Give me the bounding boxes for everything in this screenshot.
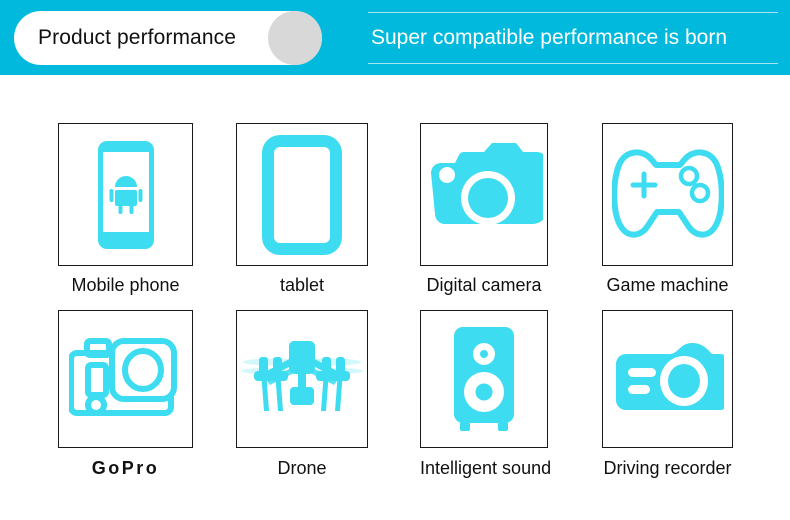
icon-box — [236, 310, 368, 448]
speaker-icon — [454, 327, 514, 431]
gamepad-icon — [611, 149, 724, 238]
quadcopter-drone-icon — [241, 341, 363, 411]
icon-box — [58, 123, 193, 266]
action-camera-icon — [68, 338, 177, 416]
product-performance-banner: Product performance Super compatible per… — [0, 0, 790, 520]
page-title: Product performance — [38, 26, 236, 49]
header-bar: Product performance Super compatible per… — [0, 0, 790, 75]
title-pill: Product performance — [14, 11, 322, 65]
smartphone-android-icon — [97, 140, 154, 249]
cell-label: Intelligent sound — [420, 458, 552, 478]
cell-label: tablet — [279, 275, 325, 295]
icon-box — [602, 310, 733, 448]
icon-box — [58, 310, 193, 448]
tablet-icon — [262, 134, 342, 255]
pill-accent-circle — [268, 11, 322, 65]
tagline-block: Super compatible performance is born — [368, 12, 778, 64]
cell-label: Drone — [277, 458, 327, 478]
cell-label: Mobile phone — [71, 275, 180, 295]
cell-label: Digital camera — [426, 275, 542, 295]
icon-box — [602, 123, 733, 266]
device-grid: Mobile phone tablet Digital camera Game … — [0, 75, 790, 520]
dashcam-icon — [615, 343, 724, 410]
dslr-camera-icon — [431, 142, 543, 225]
tagline-text: Super compatible performance is born — [371, 26, 728, 49]
icon-box — [420, 123, 548, 266]
icon-box — [420, 310, 548, 448]
tagline-rule-bottom — [368, 63, 778, 64]
icon-box — [236, 123, 368, 266]
cell-label: Game machine — [606, 275, 729, 295]
cell-label: GoPro — [91, 458, 160, 478]
cell-label: Driving recorder — [603, 458, 732, 478]
